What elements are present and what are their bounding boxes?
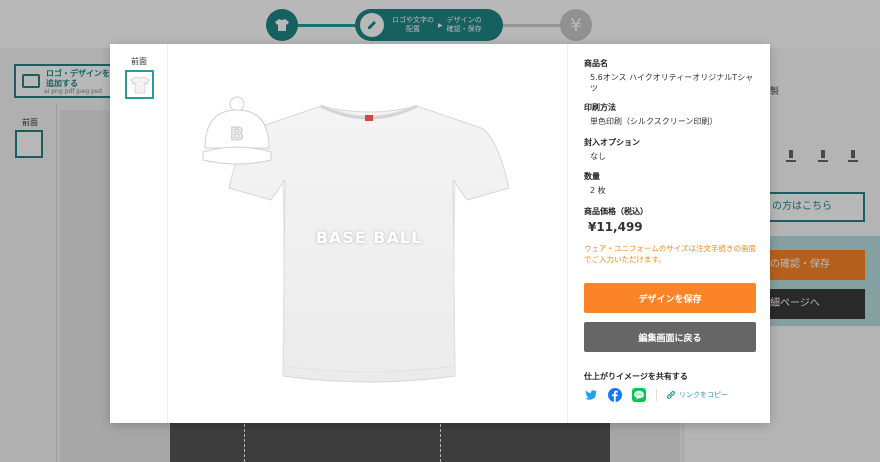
design-preview-modal: 前面 B BASE BALL 商品名 5.6オンス ハイクオリティーオリジナルT… (110, 44, 770, 423)
back-to-editor-button[interactable]: 編集画面に戻る (584, 322, 756, 352)
link-icon (666, 390, 676, 400)
copy-link-button[interactable]: リンクをコピー (666, 388, 728, 402)
product-name: 5.6オンス ハイクオリティーオリジナルTシャツ (590, 73, 754, 93)
line-icon[interactable] (632, 388, 646, 402)
quantity: 2 枚 (590, 186, 606, 195)
cap-letter: B (230, 124, 244, 145)
print-text: BASE BALL (315, 228, 423, 247)
quantity-label: 数量 (584, 172, 600, 181)
price: ¥11,499 (588, 220, 643, 234)
view-thumbnail-front[interactable] (125, 70, 154, 99)
view-thumbnails: 前面 (110, 44, 168, 423)
size-notice: ウェア・ユニフォームのサイズは注文手続きの画面でご入力いただけます。 (584, 244, 757, 264)
share-divider (656, 389, 657, 401)
print-method-label: 印刷方法 (584, 103, 616, 112)
share-title: 仕上がりイメージを共有する (584, 372, 688, 381)
share-row: リンクをコピー (584, 388, 760, 404)
copy-link-label: リンクをコピー (679, 391, 728, 399)
product-info: 商品名 5.6オンス ハイクオリティーオリジナルTシャツ 印刷方法 単色印刷（シ… (584, 44, 760, 423)
price-label: 商品価格（税込） (584, 207, 648, 216)
print-method: 単色印刷（シルクスクリーン印刷） (590, 117, 718, 126)
tshirt-thumbnail-icon (129, 76, 150, 93)
facebook-icon[interactable] (608, 388, 622, 402)
baseball-cap-print: B (202, 96, 272, 165)
packing-option: なし (590, 152, 606, 161)
view-label-front: 前面 (131, 57, 147, 66)
product-name-label: 商品名 (584, 59, 608, 68)
twitter-icon[interactable] (584, 388, 598, 402)
packing-option-label: 封入オプション (584, 138, 640, 147)
save-design-button[interactable]: デザインを保存 (584, 283, 756, 313)
design-preview: B BASE BALL (169, 44, 568, 423)
